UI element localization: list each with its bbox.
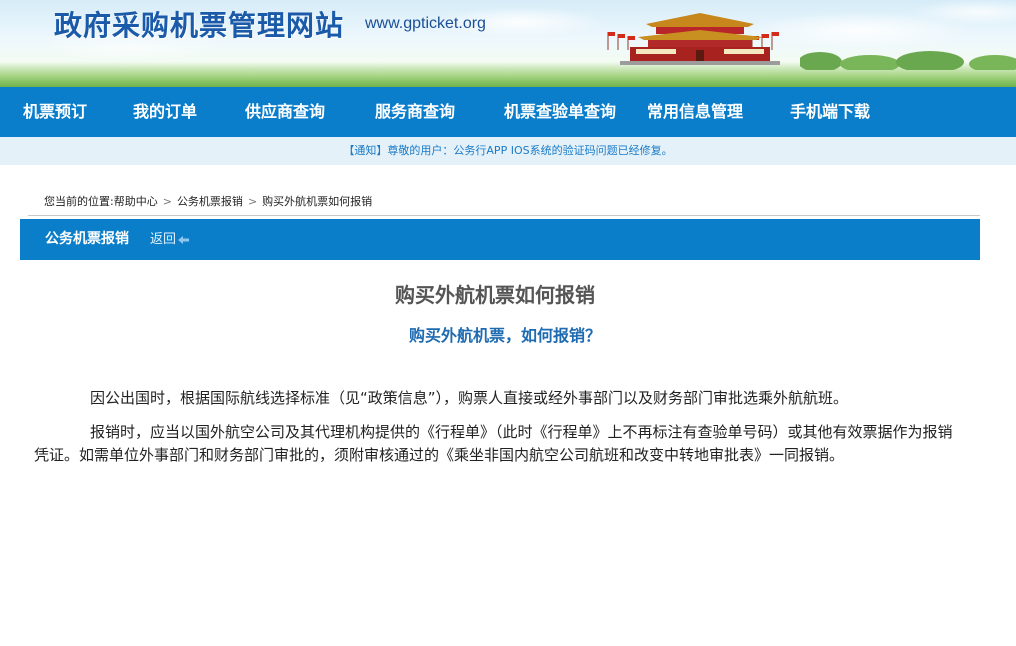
breadcrumb-separator: > bbox=[162, 195, 172, 208]
section-header-bar: 公务机票报销 返回 bbox=[20, 219, 980, 260]
breadcrumb-prefix: 您当前的位置: bbox=[44, 195, 114, 208]
article-title: 购买外航机票如何报销 bbox=[395, 283, 595, 307]
notice-tag: 【通知】 bbox=[343, 144, 388, 157]
notice-bar: 【通知】尊敬的用户：公务行APP IOS系统的验证码问题已经修复。 bbox=[0, 137, 1016, 165]
breadcrumb-link-help-center[interactable]: 帮助中心 bbox=[114, 195, 158, 208]
tiananmen-gate-icon bbox=[607, 13, 780, 65]
nav-item-ticket-verification-search[interactable]: 机票查验单查询 bbox=[504, 87, 616, 137]
back-button-label: 返回 bbox=[150, 232, 177, 247]
site-url[interactable]: www.gpticket.org bbox=[365, 15, 486, 33]
nav-item-supplier-search[interactable]: 供应商查询 bbox=[245, 87, 325, 137]
trees-decoration-icon bbox=[800, 51, 1016, 70]
breadcrumb-separator: > bbox=[247, 195, 258, 208]
back-arrow-icon bbox=[178, 235, 190, 244]
article-paragraph: 因公出国时，根据国际航线选择标准（见“政策信息”），购票人直接或经外事部门以及财… bbox=[90, 389, 849, 407]
nav-item-my-orders[interactable]: 我的订单 bbox=[133, 87, 197, 137]
main-nav: 机票预订 我的订单 供应商查询 服务商查询 机票查验单查询 常用信息管理 手机端… bbox=[0, 87, 1016, 137]
nav-item-mobile-download[interactable]: 手机端下载 bbox=[790, 87, 870, 137]
header-banner: 政府采购机票管理网站 www.gpticket.org bbox=[0, 0, 1016, 87]
breadcrumb: 您当前的位置:帮助中心 > 公务机票报销 > 购买外航机票如何报销 bbox=[44, 194, 372, 210]
site-title[interactable]: 政府采购机票管理网站 bbox=[54, 4, 344, 44]
section-title: 公务机票报销 bbox=[45, 231, 129, 247]
breadcrumb-link-reimbursement[interactable]: 公务机票报销 bbox=[177, 195, 243, 208]
nav-item-service-provider-search[interactable]: 服务商查询 bbox=[375, 87, 455, 137]
article-subtitle: 购买外航机票，如何报销？ bbox=[408, 326, 601, 345]
breadcrumb-divider bbox=[28, 215, 980, 216]
notice-text[interactable]: 尊敬的用户：公务行APP IOS系统的验证码问题已经修复。 bbox=[387, 144, 672, 157]
nav-item-common-info-management[interactable]: 常用信息管理 bbox=[647, 87, 743, 137]
back-button[interactable]: 返回 bbox=[150, 219, 190, 260]
nav-item-flight-booking[interactable]: 机票预订 bbox=[23, 87, 87, 137]
breadcrumb-current: 购买外航机票如何报销 bbox=[262, 195, 373, 208]
article-paragraph: 报销时，应当以国外航空公司及其代理机构提供的《行程单》（此时《行程单》上不再标注… bbox=[34, 423, 953, 464]
